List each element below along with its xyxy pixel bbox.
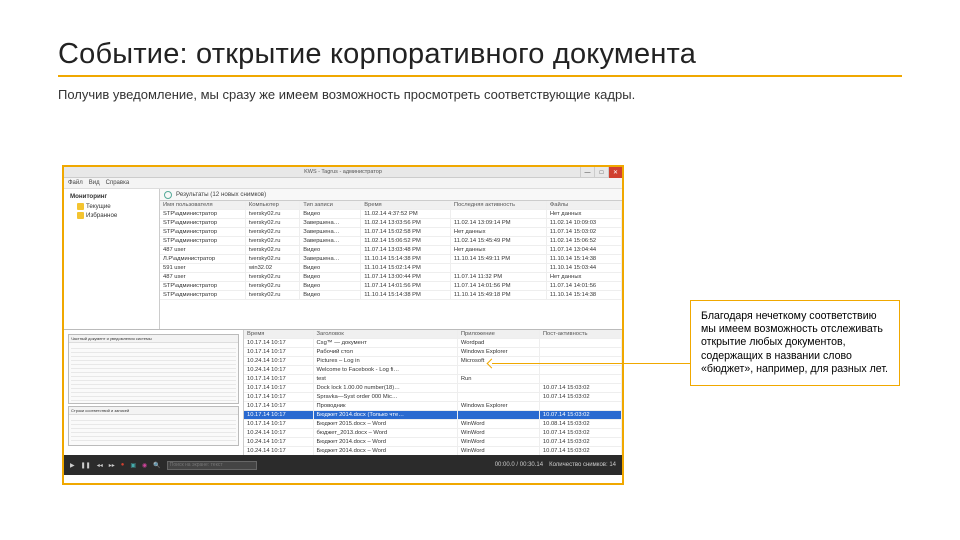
table-row[interactable]: 10.17.14 10:17Рабочий столWindows Explor… — [244, 348, 622, 357]
events-table[interactable]: ВремяЗаголовокПриложениеПост-активность1… — [244, 330, 622, 455]
app-screenshot: KWS - Tagrus - администратор — □ ✕ Файл … — [62, 165, 624, 485]
folder-icon — [77, 203, 84, 210]
table-row[interactable]: 10.17.14 10:17Dock lock 1.00.00 number(1… — [244, 384, 622, 393]
window-close-button[interactable]: ✕ — [608, 167, 622, 178]
table-row[interactable]: 487 usertversky02.ruВидео11.07.14 13:00:… — [160, 273, 622, 282]
table-row[interactable]: 487 usertversky02.ruВидео11.07.14 13:03:… — [160, 246, 622, 255]
play-icon[interactable]: ▶ — [70, 462, 75, 469]
table-row[interactable]: 10.24.14 10:17Pictures – Log inMicrosoft — [244, 357, 622, 366]
table-row[interactable]: STP\администраторtversky02.ruВидео11.10.… — [160, 291, 622, 300]
prev-icon[interactable]: ◂◂ — [97, 462, 103, 469]
tree-node[interactable]: Избранное — [86, 212, 117, 219]
playback-bar: ▶ ❚❚ ◂◂ ▸▸ ● ▣ ◉ 🔍 00:00.0 / 00:30.14 Ко… — [64, 455, 622, 475]
table-row[interactable]: 10.24.14 10:17Бюджет 2014.docx – WordWin… — [244, 447, 622, 456]
col-header[interactable]: Файлы — [546, 201, 621, 210]
col-header[interactable]: Пост-активность — [539, 330, 621, 339]
table-row[interactable]: STP\администраторtversky02.ruЗавершена…1… — [160, 219, 622, 228]
refresh-icon[interactable] — [164, 191, 172, 199]
preview-pane: Частный документ и уведомления системы С… — [64, 330, 244, 455]
col-header[interactable]: Имя пользователя — [160, 201, 245, 210]
window-titlebar: KWS - Tagrus - администратор — □ ✕ — [64, 167, 622, 178]
table-row[interactable]: 10.17.14 10:17testRun — [244, 375, 622, 384]
menu-view[interactable]: Вид — [89, 180, 100, 186]
snapshot-icon[interactable]: ▣ — [130, 462, 136, 469]
menu-help[interactable]: Справка — [106, 180, 130, 186]
col-header[interactable]: Время — [361, 201, 451, 210]
table-row[interactable]: 10.17.14 10:17Csg™ — документWordpad — [244, 339, 622, 348]
table-row[interactable]: Л.Р\администраторtversky02.ruЗавершена…1… — [160, 255, 622, 264]
table-row[interactable]: STP\администраторtversky02.ruВидео11.07.… — [160, 282, 622, 291]
menu-bar: Файл Вид Справка — [64, 178, 622, 189]
table-row[interactable]: 10.17.14 10:17Бюджет 2014.docx (Только ч… — [244, 411, 622, 420]
table-row[interactable]: 591 userwin32.02Видео11.10.14 15:02:14 P… — [160, 264, 622, 273]
sessions-table[interactable]: Имя пользователяКомпьютерТип записиВремя… — [160, 201, 622, 329]
table-row[interactable]: 10.17.14 10:17Spravka—Syst order 000 Mic… — [244, 393, 622, 402]
table-row[interactable]: 10.17.14 10:17Бюджет 2015.docx – WordWin… — [244, 420, 622, 429]
table-row[interactable]: STP\администраторtversky02.ruВидео11.02.… — [160, 210, 622, 219]
slide-title: Событие: открытие корпоративного докумен… — [58, 38, 902, 71]
nav-tree: Мониторинг Текущие Избранное — [64, 189, 160, 329]
preview-doc[interactable]: Частный документ и уведомления системы — [68, 334, 239, 404]
col-header[interactable]: Заголовок — [313, 330, 457, 339]
callout-connector — [492, 363, 690, 364]
table-row[interactable]: 10.17.14 10:17ПроводникWindows Explorer — [244, 402, 622, 411]
preview-doc-title: Частный документ и уведомления системы — [69, 335, 238, 343]
window-minimize-button[interactable]: — — [580, 167, 594, 178]
table-row[interactable]: 10.24.14 10:17Welcome to Facebook - Log … — [244, 366, 622, 375]
annotation-callout: Благодаря нечеткому соответствию мы имее… — [690, 300, 900, 386]
col-header[interactable]: Последняя активность — [450, 201, 546, 210]
frame-count: Количество снимков: 14 — [549, 462, 616, 468]
table-row[interactable]: 10.24.14 10:17Бюджет 2014.docx – WordWin… — [244, 438, 622, 447]
watch-icon[interactable]: ◉ — [142, 462, 147, 469]
table-row[interactable]: 10.24.14 10:17бюджет_2013.docx – WordWin… — [244, 429, 622, 438]
slide-subtitle: Получив уведомление, мы сразу же имеем в… — [58, 87, 902, 102]
col-header[interactable]: Время — [244, 330, 313, 339]
menu-file[interactable]: Файл — [68, 180, 83, 186]
pause-icon[interactable]: ❚❚ — [81, 462, 91, 469]
magnify-icon[interactable]: 🔍 — [153, 462, 160, 469]
window-maximize-button[interactable]: □ — [594, 167, 608, 178]
accent-rule — [58, 75, 902, 77]
results-tab-label[interactable]: Результаты (12 новых снимков) — [176, 191, 266, 198]
record-icon[interactable]: ● — [121, 462, 125, 468]
tree-node[interactable]: Текущие — [86, 203, 111, 210]
window-title: KWS - Tagrus - администратор — [304, 169, 382, 175]
table-row[interactable]: STP\администраторtversky02.ruЗавершена…1… — [160, 237, 622, 246]
col-header[interactable]: Приложение — [457, 330, 539, 339]
folder-icon — [77, 212, 84, 219]
next-icon[interactable]: ▸▸ — [109, 462, 115, 469]
play-time: 00:00.0 / 00:30.14 — [495, 462, 543, 468]
col-header[interactable]: Компьютер — [245, 201, 299, 210]
col-header[interactable]: Тип записи — [300, 201, 361, 210]
screen-search-input[interactable] — [167, 461, 257, 470]
table-row[interactable]: STP\администраторtversky02.ruЗавершена…1… — [160, 228, 622, 237]
tree-root-label[interactable]: Мониторинг — [70, 193, 107, 200]
preview-doc-title: Строки соответствий и записей — [69, 407, 238, 415]
preview-doc[interactable]: Строки соответствий и записей — [68, 406, 239, 446]
